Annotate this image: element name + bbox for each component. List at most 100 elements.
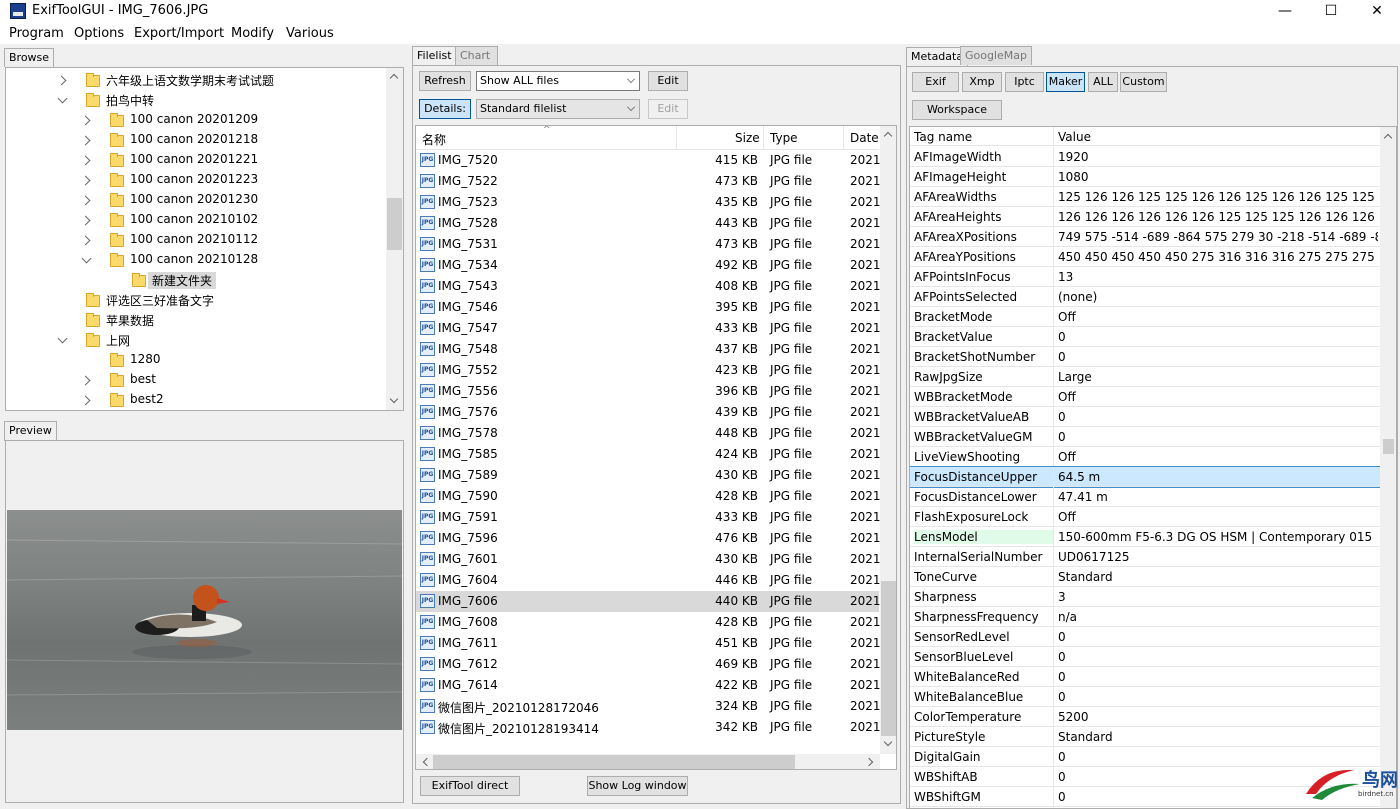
file-row[interactable]: JPG IMG_7556 396 KB JPG file 2021, [416, 381, 884, 402]
metadata-row[interactable]: PictureStyle Standard [910, 727, 1380, 747]
scroll-down-icon[interactable] [883, 737, 893, 747]
tree-item[interactable]: best [6, 370, 386, 390]
filelist-hscroll-thumb[interactable] [433, 755, 795, 769]
file-row[interactable]: JPG IMG_7523 435 KB JPG file 2021, [416, 192, 884, 213]
metadata-row[interactable]: AFPointsSelected (none) [910, 287, 1380, 307]
tab-filelist[interactable]: Filelist [412, 46, 457, 66]
file-row[interactable]: JPG 微信图片_20210128172046 324 KB JPG file 2021… [416, 696, 884, 717]
chevron-right-icon[interactable] [80, 115, 91, 126]
tree-item[interactable]: 100 canon 20210102 [6, 210, 386, 230]
scroll-up-icon[interactable] [389, 73, 399, 83]
menu-export-import[interactable]: Export/Import [134, 26, 224, 41]
metadata-row[interactable]: AFAreaXPositions 749 575 -514 -689 -864 5… [910, 227, 1380, 247]
scroll-up-icon[interactable] [883, 131, 893, 141]
file-row[interactable]: JPG IMG_7590 428 KB JPG file 2021, [416, 486, 884, 507]
tree-item[interactable]: 六年级上语文数学期末考试试题 [6, 70, 386, 90]
metadata-row[interactable]: AFImageHeight 1080 [910, 167, 1380, 187]
file-row[interactable]: JPG IMG_7548 437 KB JPG file 2021, [416, 339, 884, 360]
file-row[interactable]: JPG IMG_7596 476 KB JPG file 2021, [416, 528, 884, 549]
chevron-right-icon[interactable] [80, 135, 91, 146]
file-row[interactable]: JPG IMG_7552 423 KB JPG file 2021, [416, 360, 884, 381]
maker-button[interactable]: Maker [1046, 72, 1085, 92]
chevron-right-icon[interactable] [56, 75, 67, 86]
tree-item[interactable]: 100 canon 20210128 [6, 250, 386, 270]
chevron-right-icon[interactable] [80, 215, 91, 226]
tree-item[interactable]: 100 canon 20210112 [6, 230, 386, 250]
refresh-button[interactable]: Refresh [419, 71, 471, 91]
tree-item[interactable]: 新建文件夹 [6, 270, 386, 290]
metadata-row[interactable]: LensModel 150-600mm F5-6.3 DG OS HSM | Co… [910, 527, 1380, 547]
exiftool-direct-button[interactable]: ExifTool direct [420, 776, 520, 796]
tab-metadata[interactable]: Metadata [906, 47, 969, 67]
metadata-row[interactable]: SensorRedLevel 0 [910, 627, 1380, 647]
metadata-scroll-thumb[interactable] [1383, 439, 1394, 454]
workspace-button[interactable]: Workspace [912, 100, 1002, 120]
metadata-row[interactable]: FocusDistanceLower 47.41 m [910, 487, 1380, 507]
metadata-row[interactable]: BracketMode Off [910, 307, 1380, 327]
maximize-button[interactable]: ☐ [1308, 0, 1354, 24]
metadata-row[interactable]: SharpnessFrequency n/a [910, 607, 1380, 627]
menu-various[interactable]: Various [286, 26, 334, 41]
chevron-right-icon[interactable] [80, 175, 91, 186]
metadata-row[interactable]: Sharpness 3 [910, 587, 1380, 607]
file-row[interactable]: JPG IMG_7576 439 KB JPG file 2021, [416, 402, 884, 423]
xmp-button[interactable]: Xmp [962, 72, 1002, 92]
metadata-row[interactable]: AFPointsInFocus 13 [910, 267, 1380, 287]
menu-modify[interactable]: Modify [231, 26, 274, 41]
metadata-row[interactable]: LiveViewShooting Off [910, 447, 1380, 467]
metadata-row[interactable]: AFAreaYPositions 450 450 450 450 450 275 … [910, 247, 1380, 267]
tree-item[interactable]: 苹果数据 [6, 310, 386, 330]
filelist-vscrollbar[interactable] [880, 126, 896, 754]
minimize-button[interactable]: — [1262, 0, 1308, 24]
metadata-row[interactable]: ColorTemperature 5200 [910, 707, 1380, 727]
metadata-row[interactable]: BracketShotNumber 0 [910, 347, 1380, 367]
file-list[interactable]: 名称 ^ Size Type Date JPG IMG_7520 415 KB JPG… [415, 125, 897, 770]
tab-chart[interactable]: Chart [455, 46, 498, 65]
metadata-row[interactable]: RawJpgSize Large [910, 367, 1380, 387]
exif-button[interactable]: Exif [912, 72, 959, 92]
file-row[interactable]: JPG IMG_7546 395 KB JPG file 2021, [416, 297, 884, 318]
tree-item[interactable]: 100 canon 20201218 [6, 130, 386, 150]
metadata-row[interactable]: WBBracketValueGM 0 [910, 427, 1380, 447]
chevron-right-icon[interactable] [80, 375, 91, 386]
file-row[interactable]: JPG IMG_7547 433 KB JPG file 2021, [416, 318, 884, 339]
edit-filter-button[interactable]: Edit [648, 71, 688, 91]
file-row[interactable]: JPG IMG_7604 446 KB JPG file 2021, [416, 570, 884, 591]
show-log-button[interactable]: Show Log window [587, 776, 688, 796]
metadata-row[interactable]: AFAreaHeights 126 126 126 126 126 126 125… [910, 207, 1380, 227]
folder-tree[interactable]: 六年级上语文数学期末考试试题 拍鸟中转 100 canon 20201209 100 … [5, 67, 404, 411]
filelist-view-select[interactable]: Standard filelist [476, 99, 640, 119]
details-button[interactable]: Details: [419, 99, 471, 119]
tab-preview[interactable]: Preview [4, 421, 57, 441]
file-row[interactable]: JPG 微信图片_20210128193414 342 KB JPG file 2021… [416, 717, 884, 738]
column-value[interactable]: Value [1058, 130, 1091, 144]
file-row[interactable]: JPG IMG_7543 408 KB JPG file 2021, [416, 276, 884, 297]
chevron-down-icon[interactable] [57, 333, 68, 344]
tree-item[interactable]: 拍鸟中转 [6, 90, 386, 110]
custom-button[interactable]: Custom [1120, 72, 1167, 92]
file-row[interactable]: JPG IMG_7591 433 KB JPG file 2021, [416, 507, 884, 528]
file-row[interactable]: JPG IMG_7528 443 KB JPG file 2021, [416, 213, 884, 234]
column-name[interactable]: 名称 [422, 131, 446, 148]
file-row[interactable]: JPG IMG_7589 430 KB JPG file 2021, [416, 465, 884, 486]
tree-item[interactable]: best2 [6, 390, 386, 410]
close-button[interactable]: ✕ [1354, 0, 1400, 24]
chevron-right-icon[interactable] [80, 395, 91, 406]
file-row[interactable]: JPG IMG_7531 473 KB JPG file 2021, [416, 234, 884, 255]
chevron-right-icon[interactable] [80, 235, 91, 246]
metadata-scrollbar[interactable] [1380, 127, 1396, 808]
metadata-row[interactable]: SensorBlueLevel 0 [910, 647, 1380, 667]
file-row[interactable]: JPG IMG_7520 415 KB JPG file 2021, [416, 150, 884, 171]
metadata-row[interactable]: InternalSerialNumber UD0617125 [910, 547, 1380, 567]
file-row[interactable]: JPG IMG_7612 469 KB JPG file 2021, [416, 654, 884, 675]
file-row[interactable]: JPG IMG_7601 430 KB JPG file 2021, [416, 549, 884, 570]
tree-item[interactable]: 上网 [6, 330, 386, 350]
scroll-left-icon[interactable] [422, 757, 432, 767]
chevron-down-icon[interactable] [81, 253, 92, 264]
column-date[interactable]: Date [850, 131, 879, 145]
tree-item[interactable]: 100 canon 20201230 [6, 190, 386, 210]
metadata-table[interactable]: Tag name Value AFImageWidth 1920 AFImageHe… [909, 126, 1397, 809]
metadata-row[interactable]: WhiteBalanceBlue 0 [910, 687, 1380, 707]
menu-options[interactable]: Options [74, 26, 124, 41]
scroll-up-icon[interactable] [1383, 133, 1393, 143]
